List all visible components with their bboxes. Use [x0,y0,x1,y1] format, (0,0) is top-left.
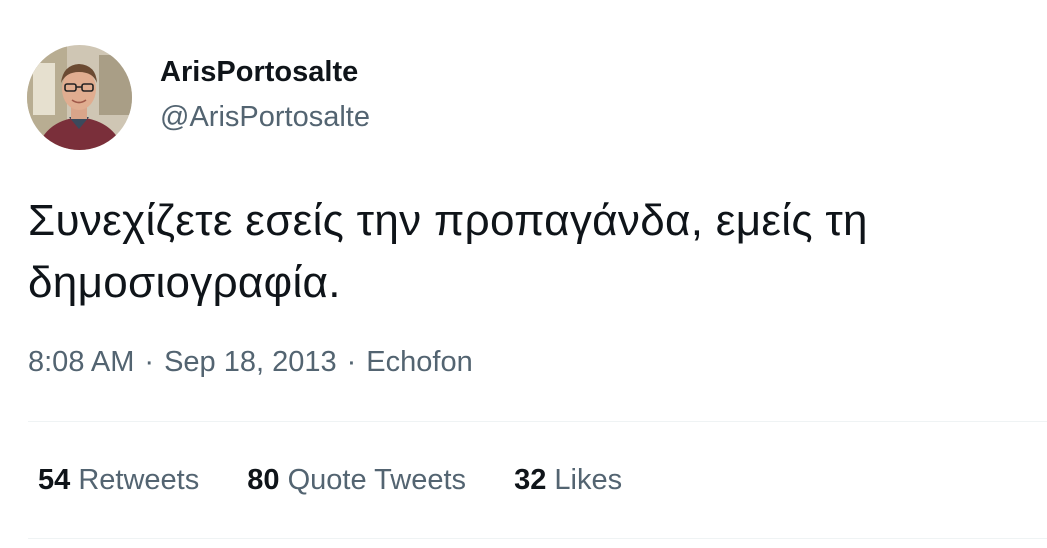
avatar-photo [27,45,132,150]
tweet-detail: ArisPortosalte @ArisPortosalte Συνεχίζετ… [0,0,1047,548]
author-display-name[interactable]: ArisPortosalte [160,56,358,89]
tweet-text: Συνεχίζετε εσείς την προπαγάνδα, εμείς τ… [28,196,868,307]
author-handle[interactable]: @ArisPortosalte [160,101,370,134]
meta-separator: · [144,346,155,378]
quote-tweets-label: Quote Tweets [287,464,467,496]
divider [28,538,1047,539]
likes-count: 32 [514,464,547,496]
meta-separator: · [346,346,357,378]
tweet-date[interactable]: Sep 18, 2013 [164,346,337,378]
quote-tweets-count: 80 [247,464,280,496]
retweets-count: 54 [38,464,71,496]
divider [28,421,1047,422]
tweet-meta: 8:08 AM · Sep 18, 2013 · Echofon [28,346,473,379]
retweets-label: Retweets [78,464,200,496]
tweet-stats: 54 Retweets 80 Quote Tweets 32 Likes [38,464,662,497]
quote-tweets-stat[interactable]: 80 Quote Tweets [247,464,466,497]
avatar[interactable] [27,45,132,150]
likes-label: Likes [554,464,623,496]
tweet-time[interactable]: 8:08 AM [28,346,134,378]
retweets-stat[interactable]: 54 Retweets [38,464,199,497]
tweet-source[interactable]: Echofon [366,346,472,378]
likes-stat[interactable]: 32 Likes [514,464,622,497]
